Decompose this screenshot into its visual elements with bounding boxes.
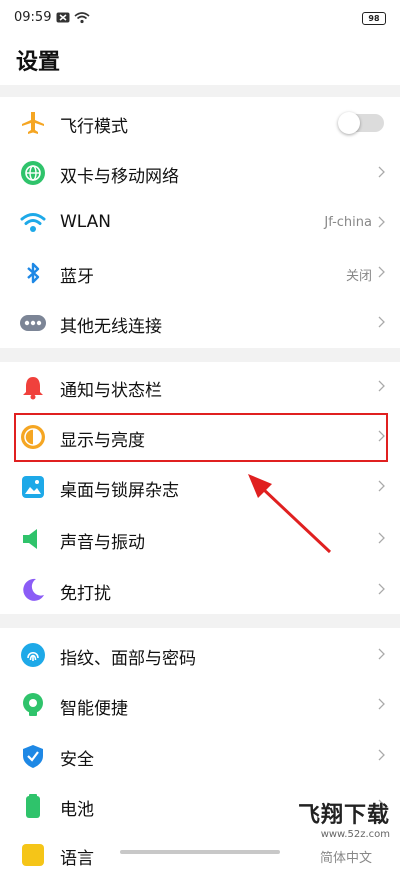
watermark-title: 飞翔下载 xyxy=(297,803,390,828)
annotation-arrow xyxy=(248,474,332,554)
watermark: 飞翔下载 www.52z.com xyxy=(298,797,390,840)
home-indicator[interactable] xyxy=(120,850,280,854)
watermark-url: www.52z.com xyxy=(320,829,390,840)
